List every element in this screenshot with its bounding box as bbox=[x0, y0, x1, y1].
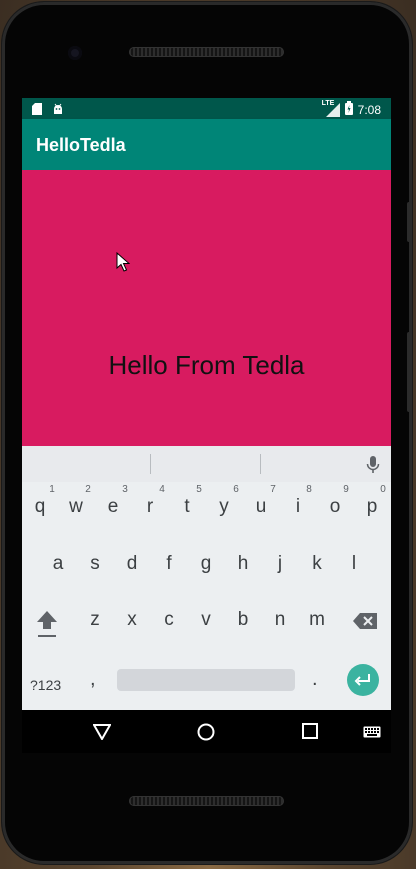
key-h[interactable]: h bbox=[225, 553, 261, 575]
backspace-icon[interactable] bbox=[353, 613, 377, 634]
key-y[interactable]: y bbox=[206, 496, 242, 518]
suggestion-divider bbox=[150, 454, 151, 474]
key-r[interactable]: r bbox=[132, 496, 168, 518]
symbols-key[interactable]: ?123 bbox=[30, 677, 61, 693]
front-camera bbox=[68, 46, 82, 60]
suggestion-strip bbox=[22, 446, 391, 482]
hint-3: 3 bbox=[122, 484, 128, 495]
shift-icon[interactable] bbox=[36, 609, 58, 644]
key-k[interactable]: k bbox=[299, 553, 335, 575]
hint-4: 4 bbox=[159, 484, 165, 495]
app-title: HelloTedla bbox=[36, 135, 126, 155]
key-c[interactable]: c bbox=[151, 609, 187, 631]
soft-keyboard: 1 2 3 4 5 6 7 8 9 0 q w e r t y u i o p … bbox=[22, 446, 391, 710]
battery-icon bbox=[344, 101, 353, 118]
key-a[interactable]: a bbox=[40, 553, 76, 575]
key-p[interactable]: p bbox=[354, 496, 390, 518]
suggestion-divider bbox=[260, 454, 261, 474]
main-content: Hello From Tedla bbox=[22, 170, 391, 446]
key-g[interactable]: g bbox=[188, 553, 224, 575]
navigation-bar bbox=[22, 710, 391, 753]
keyboard-switch-icon[interactable] bbox=[363, 725, 381, 743]
key-j[interactable]: j bbox=[262, 553, 298, 575]
volume-button bbox=[407, 202, 412, 242]
android-debug-icon bbox=[52, 102, 64, 120]
hint-7: 7 bbox=[270, 484, 276, 495]
space-bar[interactable] bbox=[117, 669, 295, 691]
sd-card-icon bbox=[32, 102, 42, 120]
enter-key[interactable] bbox=[347, 664, 379, 696]
key-w[interactable]: w bbox=[58, 496, 94, 518]
key-q[interactable]: q bbox=[22, 496, 58, 518]
key-x[interactable]: x bbox=[114, 609, 150, 631]
home-icon[interactable] bbox=[196, 722, 216, 747]
bottom-speaker bbox=[129, 796, 284, 806]
top-speaker bbox=[129, 47, 284, 57]
clock: 7:08 bbox=[357, 102, 381, 117]
recents-icon[interactable] bbox=[302, 723, 318, 744]
app-bar: HelloTedla bbox=[22, 119, 391, 170]
phone-frame: LTE 7:08 HelloTedla Hello From Tedla 1 2… bbox=[2, 2, 412, 864]
key-e[interactable]: e bbox=[95, 496, 131, 518]
hint-6: 6 bbox=[233, 484, 239, 495]
hint-5: 5 bbox=[196, 484, 202, 495]
key-z[interactable]: z bbox=[77, 609, 113, 631]
key-i[interactable]: i bbox=[280, 496, 316, 518]
hint-0: 0 bbox=[380, 484, 386, 495]
key-v[interactable]: v bbox=[188, 609, 224, 631]
key-u[interactable]: u bbox=[243, 496, 279, 518]
status-bar: LTE 7:08 bbox=[22, 98, 391, 119]
mouse-pointer-icon bbox=[116, 251, 131, 277]
key-n[interactable]: n bbox=[262, 609, 298, 631]
power-button bbox=[407, 332, 412, 412]
hint-8: 8 bbox=[306, 484, 312, 495]
key-s[interactable]: s bbox=[77, 553, 113, 575]
key-m[interactable]: m bbox=[299, 609, 335, 631]
hint-1: 1 bbox=[49, 484, 55, 495]
enter-icon bbox=[354, 673, 372, 692]
key-b[interactable]: b bbox=[225, 609, 261, 631]
hint-9: 9 bbox=[343, 484, 349, 495]
lte-signal-icon: LTE bbox=[322, 100, 340, 117]
key-l[interactable]: l bbox=[336, 553, 372, 575]
key-t[interactable]: t bbox=[169, 496, 205, 518]
key-f[interactable]: f bbox=[151, 553, 187, 575]
screen: LTE 7:08 HelloTedla Hello From Tedla 1 2… bbox=[22, 98, 391, 753]
mic-icon[interactable] bbox=[366, 455, 380, 480]
hint-2: 2 bbox=[85, 484, 91, 495]
comma-key[interactable]: , bbox=[90, 668, 96, 691]
key-o[interactable]: o bbox=[317, 496, 353, 518]
key-d[interactable]: d bbox=[114, 553, 150, 575]
back-icon[interactable] bbox=[92, 724, 112, 745]
period-key[interactable]: . bbox=[312, 668, 318, 691]
hello-text: Hello From Tedla bbox=[108, 350, 305, 380]
